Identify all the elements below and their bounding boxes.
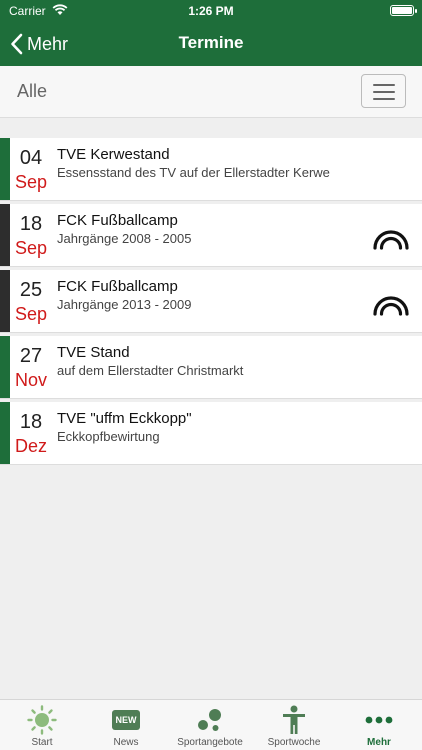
event-day: 25 — [19, 279, 43, 301]
event-month: Sep — [14, 304, 48, 324]
battery-icon — [390, 5, 417, 16]
new-badge-icon: NEW — [84, 706, 168, 734]
tab-sportangebote[interactable]: Sportangebote — [168, 700, 252, 750]
event-color-bar — [0, 204, 10, 266]
event-subtitle: Eckkopfbewirtung — [57, 429, 160, 444]
tab-start[interactable]: Start — [0, 700, 84, 750]
event-color-bar — [0, 270, 10, 332]
event-month: Sep — [14, 238, 48, 258]
filter-menu-button[interactable] — [361, 74, 406, 108]
more-dots-icon — [337, 706, 421, 734]
new-badge-text: NEW — [112, 710, 140, 730]
event-month: Sep — [14, 172, 48, 192]
event-row[interactable]: 27 Nov TVE Stand auf dem Ellerstadter Chris… — [0, 336, 422, 399]
arc-icon — [372, 293, 410, 322]
event-day: 27 — [19, 345, 43, 367]
filter-bar: Alle — [0, 66, 422, 118]
event-title: TVE Kerwestand — [57, 146, 170, 163]
status-bar: Carrier 1:26 PM — [0, 0, 422, 22]
event-color-bar — [0, 336, 10, 398]
balls-icon — [168, 706, 252, 734]
tab-label: Mehr — [367, 737, 391, 748]
filter-label: Alle — [17, 81, 48, 101]
tab-bar: Start NEW News Sportangebote Sportwoche — [0, 699, 422, 750]
tab-mehr[interactable]: Mehr — [337, 700, 421, 750]
event-title: TVE Stand — [57, 344, 130, 361]
event-title: TVE "uffm Eckkopp" — [57, 410, 192, 427]
event-color-bar — [0, 402, 10, 464]
event-subtitle: Jahrgänge 2013 - 2009 — [57, 297, 192, 312]
person-icon — [252, 705, 336, 734]
page-title: Termine — [178, 33, 244, 52]
hamburger-icon — [373, 84, 395, 86]
event-month: Dez — [14, 436, 47, 456]
event-row[interactable]: 25 Sep FCK Fußballcamp Jahrgänge 2013 - 200… — [0, 270, 422, 333]
event-title: FCK Fußballcamp — [57, 278, 178, 295]
tab-news[interactable]: NEW News — [84, 700, 168, 750]
tab-sportwoche[interactable]: Sportwoche — [252, 700, 336, 750]
navigation-bar: Carrier 1:26 PM Mehr Termine — [0, 0, 422, 66]
status-time: 1:26 PM — [188, 4, 234, 18]
tab-label: News — [113, 737, 139, 748]
event-day: 18 — [19, 411, 43, 433]
tab-label: Start — [31, 737, 53, 748]
event-month: Nov — [14, 370, 47, 390]
event-row[interactable]: 18 Dez TVE "uffm Eckkopp" Eckkopfbewirtung — [0, 402, 422, 465]
event-list: 04 Sep TVE Kerwestand Essensstand des TV au… — [0, 138, 422, 468]
event-color-bar — [0, 138, 10, 200]
event-day: 18 — [19, 213, 43, 235]
arc-icon — [372, 227, 410, 256]
event-row[interactable]: 18 Sep FCK Fußballcamp Jahrgänge 2008 - 200… — [0, 204, 422, 267]
event-day: 04 — [19, 147, 43, 169]
sun-icon — [0, 705, 84, 735]
event-subtitle: Essensstand des TV auf der Ellerstadter … — [57, 165, 330, 180]
event-row[interactable]: 04 Sep TVE Kerwestand Essensstand des TV au… — [0, 138, 422, 201]
tab-label: Sportangebote — [177, 737, 243, 748]
event-title: FCK Fußballcamp — [57, 212, 178, 229]
tab-label: Sportwoche — [267, 737, 321, 748]
event-subtitle: auf dem Ellerstadter Christmarkt — [57, 363, 244, 378]
event-subtitle: Jahrgänge 2008 - 2005 — [57, 231, 192, 246]
